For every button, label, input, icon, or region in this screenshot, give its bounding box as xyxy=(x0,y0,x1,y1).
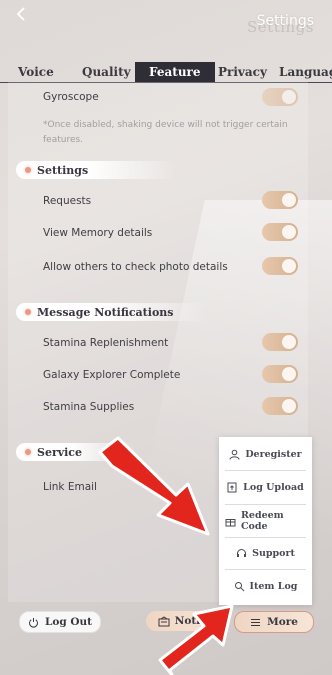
section-settings-header: Settings xyxy=(16,161,176,179)
logout-button[interactable]: Log Out xyxy=(19,611,101,633)
headset-icon xyxy=(236,548,247,559)
galaxy-explorer-label: Galaxy Explorer Complete xyxy=(43,369,181,381)
user-icon xyxy=(229,449,240,460)
gift-icon xyxy=(225,516,236,527)
menu-item-support[interactable]: Support xyxy=(225,540,306,566)
tab-language[interactable]: Languag xyxy=(279,62,332,82)
photo-details-label: Allow others to check photo details xyxy=(43,261,228,273)
galaxy-explorer-toggle[interactable] xyxy=(262,365,298,383)
link-email-label[interactable]: Link Email xyxy=(43,481,97,493)
menu-item-item-log[interactable]: Item Log xyxy=(225,573,306,599)
section-service-header: Service xyxy=(16,443,136,461)
gyroscope-label: Gyroscope xyxy=(43,91,99,103)
view-memory-details-toggle[interactable] xyxy=(262,223,298,241)
tab-bar: Voice Quality Feature Privacy Languag xyxy=(0,62,332,83)
menu-item-log-upload[interactable]: Log Upload xyxy=(225,474,306,500)
tab-privacy[interactable]: Privacy xyxy=(218,62,267,82)
tab-voice[interactable]: Voice xyxy=(18,62,54,82)
requests-toggle[interactable] xyxy=(262,191,298,209)
search-icon xyxy=(234,581,245,592)
more-menu: Deregister Log Upload Redeem Code Suppor… xyxy=(219,437,312,605)
menu-item-redeem-code[interactable]: Redeem Code xyxy=(225,508,306,534)
menu-item-deregister[interactable]: Deregister xyxy=(225,441,306,467)
menu-icon xyxy=(250,617,261,628)
notice-button[interactable]: Notice xyxy=(146,611,225,631)
stamina-supplies-label: Stamina Supplies xyxy=(43,401,135,413)
stamina-replenishment-label: Stamina Replenishment xyxy=(43,337,169,349)
requests-label: Requests xyxy=(43,195,92,207)
section-notifications-header: Message Notifications xyxy=(16,303,206,321)
more-button[interactable]: More xyxy=(234,611,314,633)
view-memory-details-label: View Memory details xyxy=(43,227,153,239)
power-icon xyxy=(28,617,39,628)
page-title: Settings xyxy=(256,13,314,29)
notice-icon xyxy=(158,615,170,627)
photo-details-toggle[interactable] xyxy=(262,257,298,275)
gyroscope-note: *Once disabled, shaking device will not … xyxy=(43,120,288,145)
stamina-supplies-toggle[interactable] xyxy=(262,397,298,415)
tab-quality[interactable]: Quality xyxy=(82,62,131,82)
upload-icon xyxy=(227,482,238,493)
back-arrow-icon[interactable] xyxy=(10,6,32,28)
gyroscope-toggle[interactable] xyxy=(262,88,298,106)
stamina-replenishment-toggle[interactable] xyxy=(262,333,298,351)
tab-feature[interactable]: Feature xyxy=(135,62,215,82)
